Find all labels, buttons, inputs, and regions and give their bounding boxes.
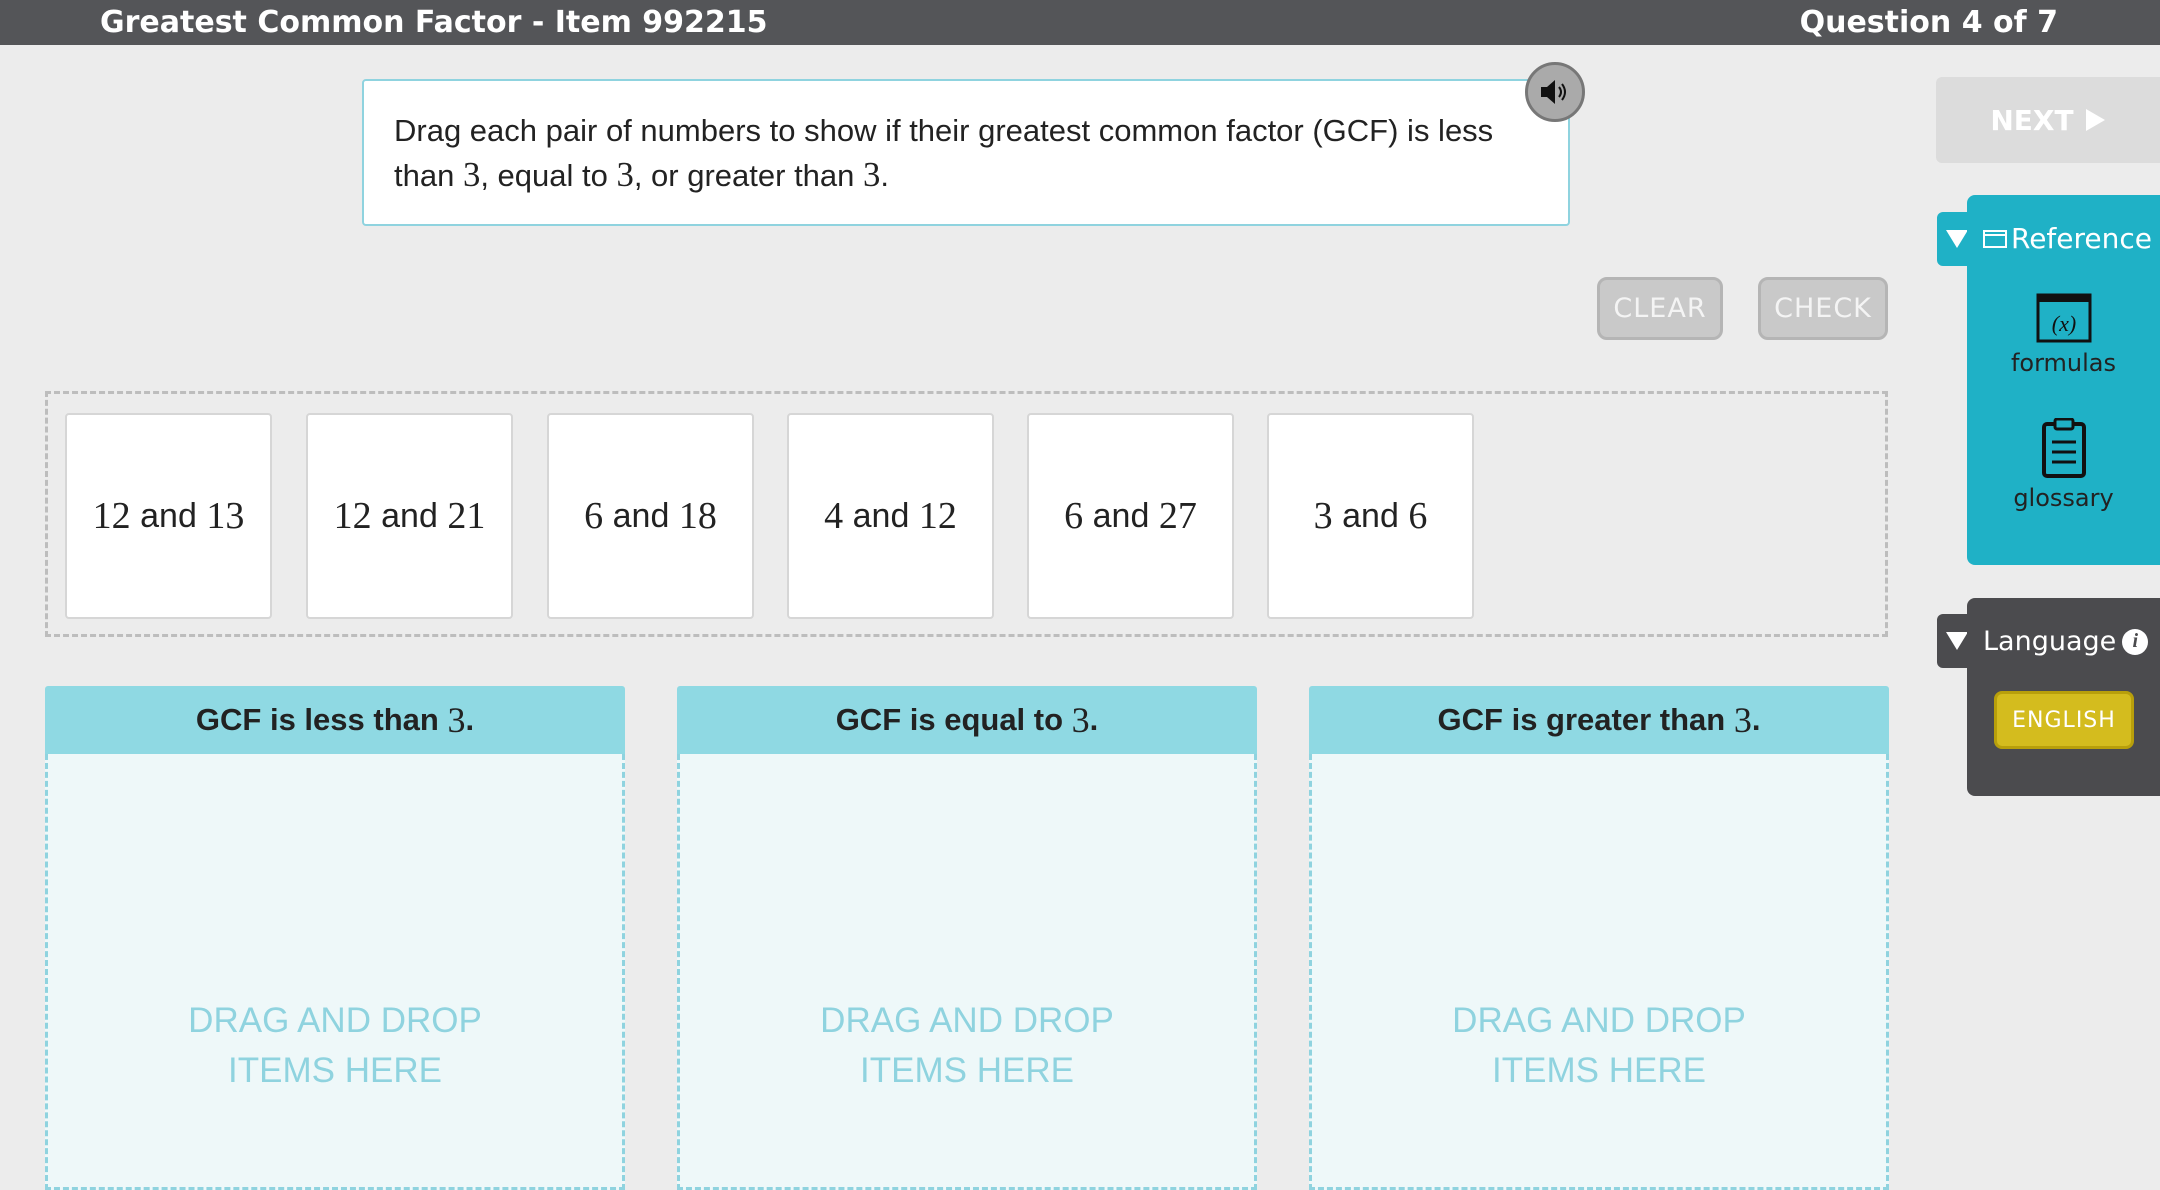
tile-text: and (1342, 496, 1399, 535)
answer-bank: 12 and 13 12 and 21 6 and 18 4 and 12 6 … (45, 391, 1888, 637)
glossary-tool[interactable]: glossary (1967, 417, 2160, 512)
bin-label: GCF is equal to (835, 702, 1064, 737)
audio-button[interactable] (1525, 62, 1585, 122)
clear-button[interactable]: CLEAR (1597, 277, 1723, 340)
bin-suffix: . (1089, 702, 1099, 737)
drag-tile[interactable]: 12 and 21 (306, 413, 513, 619)
question-prompt: Drag each pair of numbers to show if the… (362, 79, 1570, 226)
top-bar: Greatest Common Factor - Item 992215 Que… (0, 0, 2160, 45)
prompt-text: , equal to (480, 158, 617, 193)
drop-bin-greater[interactable]: GCF is greater than 3. DRAG AND DROP ITE… (1309, 686, 1889, 1190)
tile-number: 27 (1158, 495, 1197, 537)
page-title: Greatest Common Factor - Item 992215 (100, 5, 768, 40)
drop-zone[interactable]: DRAG AND DROP ITEMS HERE (1309, 754, 1889, 1190)
svg-text:(x): (x) (2051, 311, 2075, 336)
bin-number: 3 (1733, 700, 1752, 740)
prompt-text: , or greater than (633, 158, 864, 193)
prompt-number: 3 (863, 155, 881, 194)
reference-title: Reference (2011, 222, 2152, 255)
prompt-text: than (394, 158, 463, 193)
tile-number: 13 (206, 495, 245, 537)
glossary-icon (2041, 417, 2086, 478)
drop-hint: DRAG AND DROP ITEMS HERE (188, 1000, 482, 1090)
tile-text: and (1092, 496, 1150, 535)
bin-label: GCF is greater than (1437, 702, 1726, 737)
formulas-icon: (x) (2036, 293, 2091, 343)
prompt-line-2: than 3, equal to 3, or greater than 3. (394, 153, 1538, 198)
tile-number: 4 (824, 495, 844, 537)
tile-text: and (852, 496, 910, 535)
tile-number: 12 (918, 495, 957, 537)
bin-header: GCF is greater than 3. (1309, 686, 1889, 754)
drop-bin-equal[interactable]: GCF is equal to 3. DRAG AND DROP ITEMS H… (677, 686, 1257, 1190)
drop-bin-less[interactable]: GCF is less than 3. DRAG AND DROP ITEMS … (45, 686, 625, 1190)
next-button[interactable]: NEXT (1936, 77, 2160, 163)
prompt-line-1: Drag each pair of numbers to show if the… (394, 113, 1494, 148)
prompt-number: 3 (616, 155, 634, 194)
drag-tile[interactable]: 6 and 27 (1027, 413, 1234, 619)
bin-header: GCF is equal to 3. (677, 686, 1257, 754)
drag-tile[interactable]: 4 and 12 (787, 413, 994, 619)
tile-number: 3 (1313, 495, 1333, 537)
drag-tile[interactable]: 6 and 18 (547, 413, 754, 619)
tile-text: and (612, 496, 670, 535)
drag-tile[interactable]: 3 and 6 (1267, 413, 1474, 619)
triangle-down-icon (1946, 230, 1968, 248)
language-header: Language i (1983, 626, 2149, 657)
bin-number: 3 (1071, 700, 1090, 740)
drag-tile[interactable]: 12 and 13 (65, 413, 272, 619)
formulas-tool[interactable]: (x) formulas (1967, 293, 2160, 377)
tile-text: and (381, 496, 438, 535)
tile-number: 18 (678, 495, 717, 537)
language-title: Language (1983, 626, 2117, 657)
english-button[interactable]: ENGLISH (1994, 691, 2134, 749)
play-arrow-icon (2085, 109, 2105, 131)
prompt-number: 3 (462, 155, 481, 194)
drop-hint: DRAG AND DROP ITEMS HERE (1452, 1000, 1746, 1090)
tile-number: 6 (1408, 495, 1428, 537)
bin-number: 3 (447, 700, 466, 740)
tile-text: and (140, 496, 197, 535)
tile-number: 12 (92, 495, 131, 537)
check-button[interactable]: CHECK (1758, 277, 1888, 340)
drop-hint: DRAG AND DROP ITEMS HERE (820, 1000, 1114, 1090)
speaker-icon (1541, 80, 1566, 104)
info-icon[interactable]: i (2122, 628, 2149, 655)
tile-number: 21 (447, 495, 486, 537)
prompt-text: . (880, 158, 889, 193)
bin-suffix: . (465, 702, 475, 737)
next-label: NEXT (1990, 103, 2074, 137)
tile-number: 6 (584, 495, 604, 537)
glossary-label: glossary (2013, 484, 2114, 512)
bin-header: GCF is less than 3. (45, 686, 625, 754)
tile-number: 6 (1064, 495, 1084, 537)
reference-header[interactable]: Reference (1983, 222, 2152, 255)
triangle-down-icon (1946, 632, 1968, 650)
bin-label: GCF is less than (195, 702, 439, 737)
drop-zone[interactable]: DRAG AND DROP ITEMS HERE (677, 754, 1257, 1190)
formulas-label: formulas (2010, 349, 2117, 377)
drop-zone[interactable]: DRAG AND DROP ITEMS HERE (45, 754, 625, 1190)
reference-icon (1983, 229, 2007, 248)
bin-suffix: . (1751, 702, 1761, 737)
tile-number: 12 (333, 495, 372, 537)
question-counter: Question 4 of 7 (1799, 5, 2058, 40)
